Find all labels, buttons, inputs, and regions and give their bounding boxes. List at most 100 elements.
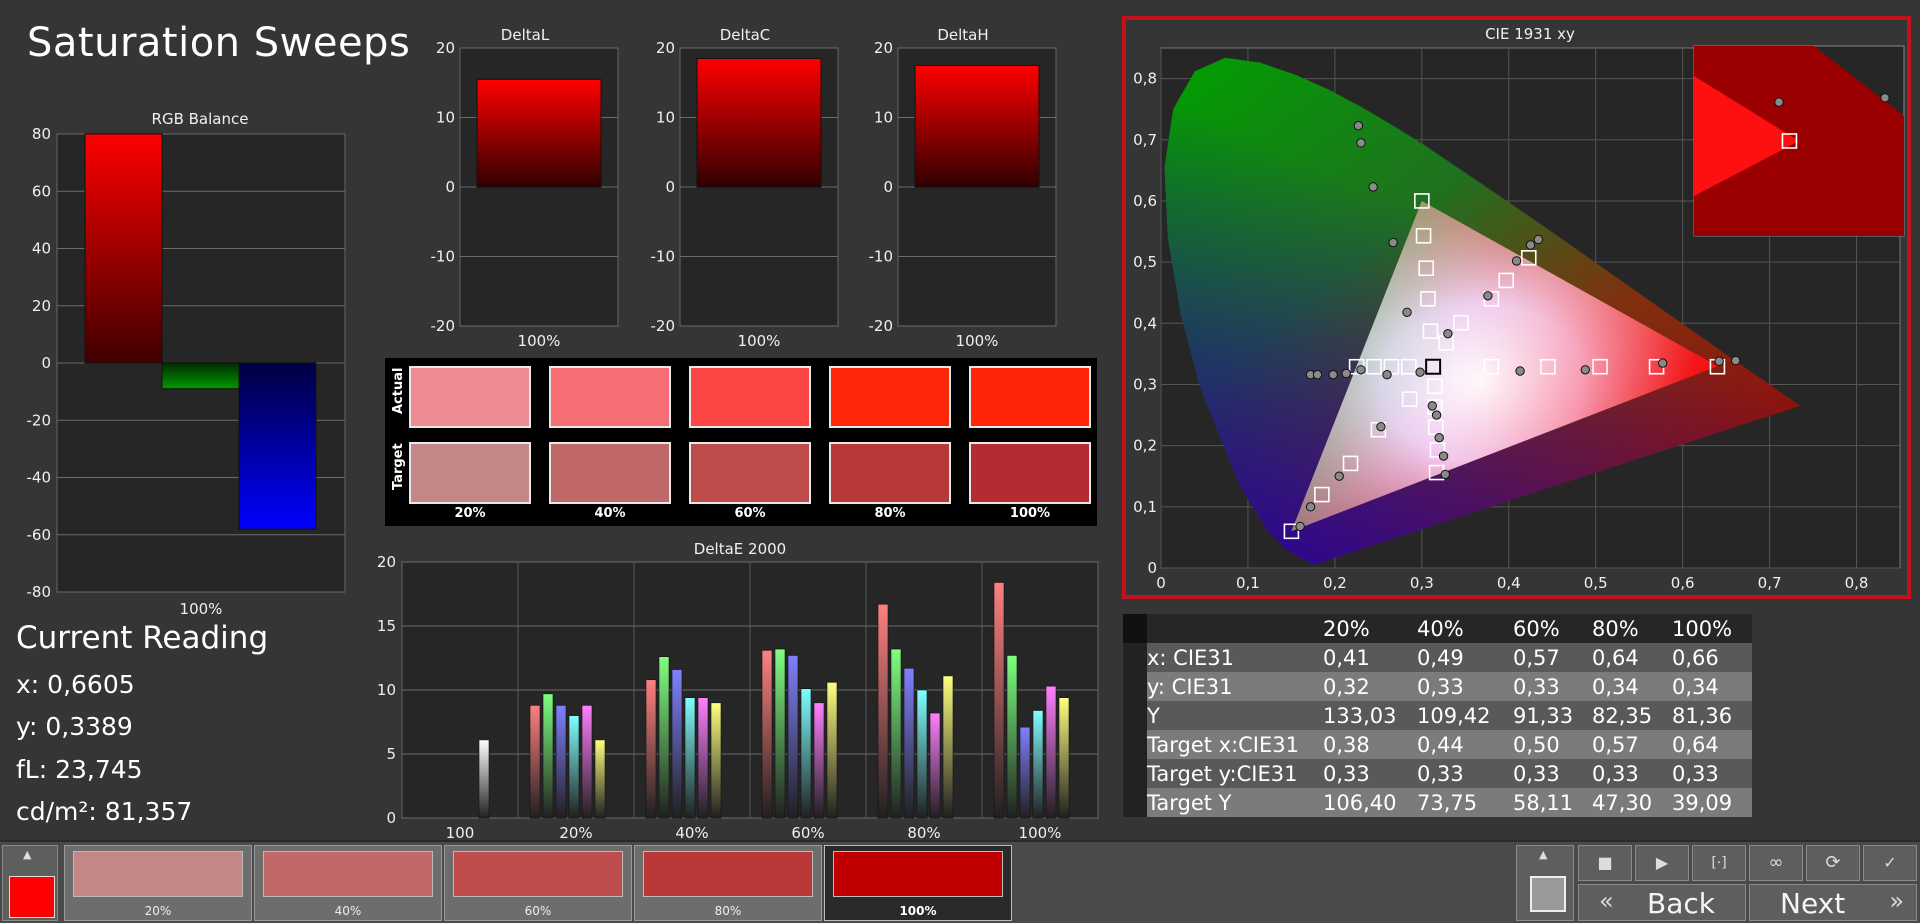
stop-button[interactable]: ■ [1578, 845, 1632, 881]
deltae-bar [710, 702, 722, 819]
measured-point [1356, 365, 1366, 375]
deltae-bar [478, 739, 490, 819]
back-label: Back [1647, 887, 1715, 920]
x-tick-label: 100% [1019, 824, 1062, 840]
y-tick-label: 40 [32, 240, 51, 258]
loop-button[interactable]: ∞ [1749, 845, 1803, 881]
thumb-100[interactable]: 100% [824, 845, 1012, 921]
deltae-bar [1032, 710, 1044, 819]
deltae-bar [542, 693, 554, 819]
y-tick-label: 0 [386, 809, 396, 827]
thumb-swatch [833, 851, 1003, 897]
measured-point [1388, 237, 1398, 248]
y-tick-label: -20 [869, 317, 894, 335]
measurement-table: 20% 40% 60% 80% 100% x: CIE31 0,41 0,49 0,5… [1123, 614, 1752, 817]
refresh-button[interactable]: ⟳ [1806, 845, 1860, 881]
table-header-row: 20% 40% 60% 80% 100% [1123, 614, 1752, 643]
x-tick-label: 0,6 [1671, 574, 1695, 592]
y-tick-label: 0 [883, 178, 893, 196]
chevron-up-icon[interactable]: ▲ [1539, 848, 1547, 861]
table-header: 80% [1592, 616, 1639, 641]
y-tick-label: 20 [656, 40, 675, 57]
target-label: Target [391, 443, 406, 490]
thumb-60[interactable]: 60% [444, 845, 632, 921]
swatch-label: 80% [874, 506, 906, 521]
measured-point [1368, 182, 1378, 192]
measured-point [1328, 369, 1338, 380]
measured-point [1431, 410, 1442, 420]
y-tick-label: 0 [445, 178, 455, 196]
next-button[interactable]: Next » [1749, 884, 1917, 921]
double-chevron-right-icon: » [1889, 887, 1904, 915]
y-tick-label: 10 [377, 681, 396, 699]
deltae-bar [1006, 655, 1018, 819]
next-label: Next [1780, 887, 1846, 920]
table-header: 60% [1513, 616, 1560, 641]
x-tick-label: 100 [446, 824, 475, 840]
x-tick-label: 20% [559, 824, 592, 840]
thumb-swatch [453, 851, 623, 897]
infinity-icon: ∞ [1768, 852, 1784, 873]
y-tick-label: 0,6 [1133, 192, 1157, 210]
y-tick-label: -80 [27, 583, 52, 601]
deltac-chart: 20 10 0 -10 -20 100% [651, 40, 839, 350]
measured-point [1334, 471, 1344, 481]
deltae-bar [877, 603, 889, 819]
x-tick-label: 0,1 [1236, 574, 1260, 592]
measured-point [1427, 401, 1437, 411]
deltae-bar [645, 679, 657, 819]
target-swatch [689, 442, 811, 504]
current-color-swatch [9, 876, 55, 918]
measured-point [1295, 521, 1305, 532]
y-tick-label: 0,4 [1133, 314, 1157, 332]
deltae-bar [658, 656, 670, 819]
confirm-button[interactable]: ✓ [1863, 845, 1917, 881]
deltae-bar [581, 705, 593, 819]
thumb-20[interactable]: 20% [64, 845, 252, 921]
chevron-up-icon[interactable]: ▲ [23, 848, 31, 861]
deltae-bar [529, 705, 541, 819]
page-title: Saturation Sweeps [27, 20, 411, 66]
rgb-bar [238, 362, 317, 530]
step-button[interactable]: [·] [1692, 845, 1746, 881]
window-pattern-icon [1530, 876, 1566, 912]
pattern-panel[interactable]: ▲ [1516, 845, 1574, 921]
thumb-label: 60% [524, 904, 552, 918]
table-header: 100% [1672, 616, 1733, 641]
thumb-40[interactable]: 40% [254, 845, 442, 921]
x-tick-label: 100% [956, 332, 999, 350]
measured-point [1438, 451, 1449, 461]
back-button[interactable]: « Back [1578, 884, 1746, 921]
x-tick-label: 0,4 [1497, 574, 1521, 592]
thumb-swatch [263, 851, 433, 897]
x-tick-label: 80% [907, 824, 940, 840]
swatch-panel: Actual Target 20% 40% 60% 80% 100% [385, 358, 1097, 526]
target-swatch [829, 442, 951, 504]
y-tick-label: 10 [436, 109, 455, 127]
current-reading-title: Current Reading [16, 620, 269, 656]
table-header: 20% [1323, 616, 1370, 641]
target-swatch [549, 442, 671, 504]
play-button[interactable]: ▶ [1635, 845, 1689, 881]
deltae-bar [800, 688, 812, 819]
reading-y: y: 0,3389 [16, 712, 133, 741]
current-color-panel[interactable]: ▲ [2, 845, 58, 921]
deltae-bar [903, 667, 915, 819]
thumb-swatch [643, 851, 813, 897]
y-tick-label: -20 [431, 317, 456, 335]
deltae-bar [787, 655, 799, 819]
y-tick-label: 0,8 [1133, 70, 1157, 88]
reading-fl: fL: 23,745 [16, 755, 143, 784]
thumb-label: 80% [714, 904, 742, 918]
thumb-80[interactable]: 80% [634, 845, 822, 921]
y-tick-label: -10 [869, 248, 894, 266]
table-row: Target Y 106,40 73,75 58,11 47,30 39,09 [1123, 788, 1752, 817]
deltae-bar [594, 739, 606, 819]
deltae-bar [942, 675, 954, 819]
deltae-bar [1058, 697, 1070, 819]
y-tick-label: 20 [436, 40, 455, 57]
x-tick-label: 100% [518, 332, 561, 350]
y-tick-label: -40 [27, 469, 52, 487]
reading-x: x: 0,6605 [16, 670, 135, 699]
thumb-label: 40% [334, 904, 362, 918]
